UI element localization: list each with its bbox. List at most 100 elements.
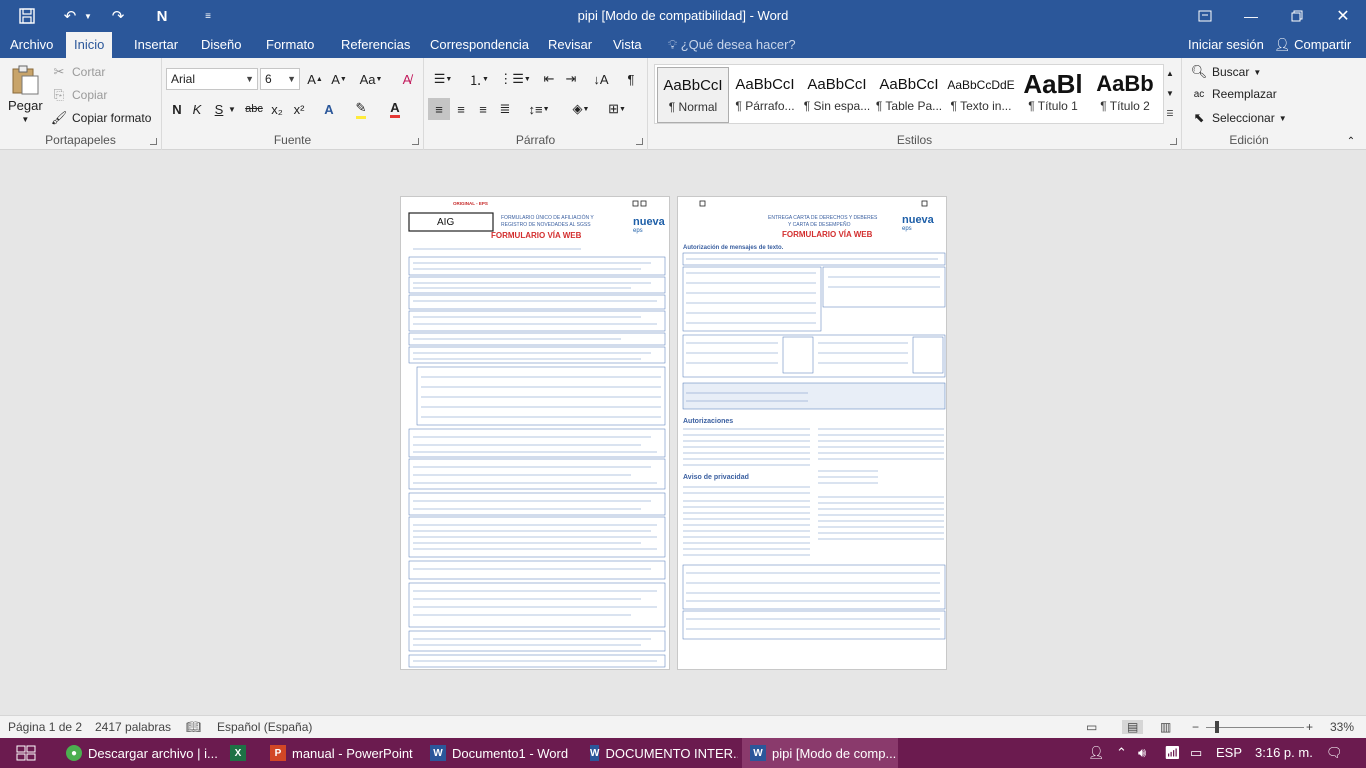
show-formatting-icon[interactable]: ¶ [620,68,642,90]
strikethrough-button[interactable]: abc [242,98,266,120]
tab-diseno[interactable]: Diseño [193,32,249,58]
font-name-combo[interactable]: Arial ▼ [166,68,258,90]
grow-font-icon[interactable]: A ▲ [304,68,326,90]
tell-me-box[interactable]: 💡︎ ¿Qué desea hacer? [668,32,796,58]
clock[interactable]: 3:16 p. m. [1255,738,1313,768]
bullets-icon[interactable]: ☰ ▼ [428,68,458,90]
customize-quick-access-icon[interactable]: ≡ [198,0,218,32]
clipboard-launcher-icon[interactable] [150,138,157,145]
increase-indent-icon[interactable]: ⇥ [560,68,582,90]
print-layout-icon[interactable]: ▤ [1122,720,1144,734]
tab-referencias[interactable]: Referencias [333,32,418,58]
numbering-icon[interactable]: ⒈ ▼ [464,68,494,90]
highlight-color-icon[interactable]: ✎ [350,98,372,120]
collapse-ribbon-icon[interactable]: ⌃ [1340,130,1362,152]
tab-formato[interactable]: Formato [258,32,322,58]
paragraph-launcher-icon[interactable] [636,138,643,145]
page-count[interactable]: Página 1 de 2 [8,720,82,734]
word-count[interactable]: 2417 palabras [95,720,171,734]
network-icon[interactable]: 📶︎ [1164,738,1181,768]
language-status[interactable]: Español (España) [217,720,312,734]
underline-dropdown-icon[interactable]: ▼ [226,98,238,120]
shrink-font-icon[interactable]: A ▼ [328,68,350,90]
subscript-button[interactable]: x₂ [266,98,288,120]
italic-button[interactable]: K [186,98,208,120]
styles-scroll-down-icon[interactable]: ▼ [1162,84,1178,102]
cut-button[interactable]: ✂ Cortar [50,64,106,80]
input-language[interactable]: ESP [1216,738,1242,768]
close-icon[interactable]: ✕ [1320,0,1366,32]
text-effects-icon[interactable]: A [318,98,340,120]
taskbar-item-chrome[interactable]: ● Descargar archivo | i... [58,738,218,768]
copy-button[interactable]: ⎘ Copiar [50,87,108,103]
taskbar-item-pipi[interactable]: Wpipi [Modo de comp... [742,738,898,768]
taskbar-item-powerpoint[interactable]: Pmanual - PowerPoint [262,738,414,768]
styles-more-icon[interactable]: ☰ [1162,104,1178,122]
superscript-button[interactable]: x² [288,98,310,120]
tab-revisar[interactable]: Revisar [540,32,600,58]
share-button[interactable]: 👤︎ Compartir [1274,32,1351,58]
document-canvas[interactable]: ORIGINAL - EPS AIG FORMULARIO ÚNICO DE A… [0,151,1366,715]
shading-icon[interactable]: ◈ ▼ [566,98,596,120]
zoom-slider-thumb[interactable] [1215,721,1219,733]
clear-formatting-icon[interactable]: A̸ [396,68,418,90]
tab-archivo[interactable]: Archivo [2,32,61,58]
proofing-icon[interactable]: 📖︎ [186,720,201,734]
bold-button[interactable]: N [166,98,188,120]
tab-inicio[interactable]: Inicio [66,32,113,58]
align-right-icon[interactable]: ≡ [472,98,494,120]
zoom-level[interactable]: 33% [1330,720,1354,734]
change-case-icon[interactable]: Aa ▼ [356,68,386,90]
select-button[interactable]: ⬉ Seleccionar ▼ [1190,110,1287,126]
justify-icon[interactable]: ≣ [494,98,516,120]
task-view-icon[interactable] [12,738,40,768]
multilevel-list-icon[interactable]: ⋮☰ ▼ [499,68,531,90]
style-titulo-2[interactable]: AaBb ¶ Título 2 [1089,67,1161,123]
style-sin-espaciado[interactable]: AaBbCcI ¶ Sin espa... [801,67,873,123]
volume-icon[interactable]: 🔊︎ [1138,738,1146,768]
format-painter-button[interactable]: 🖌︎ Copiar formato [50,110,152,126]
save-icon[interactable] [14,0,40,32]
restore-icon[interactable] [1274,0,1320,32]
decrease-indent-icon[interactable]: ⇤ [538,68,560,90]
align-left-icon[interactable]: ≡ [428,98,450,120]
read-mode-icon[interactable]: ▭ [1086,720,1097,734]
ribbon-display-options-icon[interactable] [1182,0,1228,32]
taskbar-item-documento1[interactable]: W Documento1 - Word [422,738,578,768]
line-spacing-icon[interactable]: ↕≡ ▼ [524,98,554,120]
document-page-1[interactable]: ORIGINAL - EPS AIG FORMULARIO ÚNICO DE A… [400,196,670,670]
battery-icon[interactable]: ▭ [1190,738,1202,768]
styles-scroll-up-icon[interactable]: ▲ [1162,64,1178,82]
paste-button[interactable]: Pegar ▼ [8,64,43,124]
tab-insertar[interactable]: Insertar [126,32,186,58]
replace-button[interactable]: ac Reemplazar [1190,87,1277,101]
web-layout-icon[interactable]: ▥ [1160,720,1171,734]
style-titulo-1[interactable]: AaBl ¶ Título 1 [1017,67,1089,123]
minimize-icon[interactable]: — [1228,0,1274,32]
undo-icon[interactable]: ↶ [58,0,82,32]
zoom-out-icon[interactable]: − [1192,720,1199,734]
show-hidden-icons-icon[interactable]: ⌃ [1116,738,1127,768]
font-size-combo[interactable]: 6 ▼ [260,68,300,90]
zoom-in-icon[interactable]: + [1306,720,1313,734]
sign-in-link[interactable]: Iniciar sesión [1188,32,1264,58]
font-launcher-icon[interactable] [412,138,419,145]
styles-launcher-icon[interactable] [1170,138,1177,145]
style-texto-independiente[interactable]: AaBbCcDdE ¶ Texto in... [945,67,1017,123]
people-icon[interactable]: 👤︎ [1088,738,1105,768]
redo-icon[interactable]: ↷ [106,0,130,32]
zoom-slider[interactable] [1206,727,1304,728]
taskbar-item-excel[interactable]: X [222,738,254,768]
document-page-2[interactable]: ENTREGA CARTA DE DERECHOS Y DEBERES Y CA… [677,196,947,670]
borders-icon[interactable]: ⊞ ▼ [602,98,632,120]
style-table-paragraph[interactable]: AaBbCcI ¶ Table Pa... [873,67,945,123]
paste-dropdown-icon[interactable]: ▼ [21,115,29,124]
undo-dropdown-icon[interactable]: ▼ [82,0,94,32]
taskbar-item-documento-inter[interactable]: W DOCUMENTO INTER... [582,738,738,768]
action-center-icon[interactable]: 🗨︎ [1326,738,1343,768]
style-normal[interactable]: AaBbCcI ¶ Normal [657,67,729,123]
find-button[interactable]: 🔍︎ Buscar ▼ [1190,64,1262,80]
font-color-icon[interactable]: A [384,98,406,120]
style-parrafo[interactable]: AaBbCcI ¶ Párrafo... [729,67,801,123]
tab-correspondencia[interactable]: Correspondencia [422,32,537,58]
